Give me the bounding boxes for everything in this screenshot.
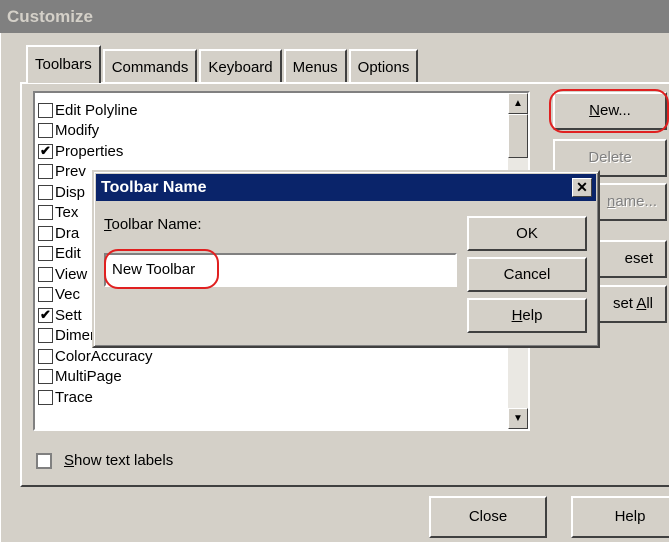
scroll-down-icon[interactable]: ▼ xyxy=(508,408,528,429)
dialog-title: Toolbar Name ✕ xyxy=(96,174,596,201)
list-item[interactable]: ColorAccuracy xyxy=(38,346,153,367)
list-item-label: Edit Polyline xyxy=(55,101,138,119)
list-item-label: Sett xyxy=(55,306,82,324)
list-item-label: Vec xyxy=(55,286,81,304)
checkbox[interactable] xyxy=(38,102,53,118)
checkbox[interactable] xyxy=(38,328,53,344)
tab-toolbars[interactable]: Toolbars xyxy=(26,45,101,83)
close-icon[interactable]: ✕ xyxy=(572,178,592,197)
tab-options[interactable]: Options xyxy=(348,49,419,83)
checkbox[interactable] xyxy=(38,389,53,405)
list-item-label: ColorAccuracy xyxy=(55,347,153,365)
list-item[interactable]: ✔ Properties xyxy=(38,141,153,162)
dialog-title-text: Toolbar Name xyxy=(101,179,207,196)
show-text-labels-box[interactable] xyxy=(36,452,52,469)
list-item-label: Prev xyxy=(55,163,86,181)
list-item-label: Properties xyxy=(55,142,124,160)
checkbox[interactable] xyxy=(38,184,53,200)
checkbox[interactable] xyxy=(38,369,53,385)
ok-button[interactable]: OK xyxy=(467,216,587,251)
cancel-button[interactable]: Cancel xyxy=(467,257,587,292)
list-item[interactable]: Edit Polyline xyxy=(38,100,153,121)
checkbox[interactable] xyxy=(38,123,53,139)
list-item-label: View xyxy=(55,265,88,283)
list-item-label: Edit xyxy=(55,245,81,263)
scroll-up-icon[interactable]: ▲ xyxy=(508,93,528,114)
highlight-toolbar-name-input xyxy=(104,249,219,289)
list-item-label: Disp xyxy=(55,183,86,201)
tab-commands[interactable]: Commands xyxy=(102,49,198,83)
highlight-new-button xyxy=(549,89,669,133)
list-item-label: Dra xyxy=(55,224,80,242)
list-item-label: MultiPage xyxy=(55,368,122,386)
list-item[interactable]: Trace xyxy=(38,387,153,408)
show-text-labels-checkbox[interactable]: Show text labels xyxy=(36,452,173,469)
reset-all-post: ll xyxy=(646,295,653,312)
checkbox[interactable] xyxy=(38,164,53,180)
checkbox[interactable] xyxy=(38,225,53,241)
reset-all-mnemonic: A xyxy=(636,295,647,312)
list-item-label: Trace xyxy=(55,388,93,406)
delete-label: Delete xyxy=(588,149,632,166)
checked-checkbox-icon[interactable]: ✔ xyxy=(38,143,53,159)
toolbar-name-label: Toolbar Name: xyxy=(104,216,202,233)
help-button[interactable]: Help xyxy=(571,496,669,538)
list-item[interactable]: Modify xyxy=(38,121,153,142)
checked-checkbox-icon[interactable]: ✔ xyxy=(38,307,53,323)
checkbox[interactable] xyxy=(38,266,53,282)
rename-label-rest: ame... xyxy=(615,193,657,210)
tab-keyboard[interactable]: Keyboard xyxy=(199,49,282,83)
tab-strip: Toolbars Commands Keyboard Menus Options xyxy=(26,45,420,83)
checkbox[interactable] xyxy=(38,287,53,303)
close-button[interactable]: Close xyxy=(429,496,547,538)
list-item[interactable]: MultiPage xyxy=(38,367,153,388)
list-item-label: Tex xyxy=(55,204,79,222)
tab-menus[interactable]: Menus xyxy=(283,49,347,83)
list-item-label: Modify xyxy=(55,122,100,140)
checkbox[interactable] xyxy=(38,205,53,221)
scroll-thumb[interactable] xyxy=(508,114,528,158)
window-title: Customize xyxy=(0,0,669,33)
checkbox[interactable] xyxy=(38,246,53,262)
dialog-help-button[interactable]: Help xyxy=(467,298,587,333)
checkbox[interactable] xyxy=(38,348,53,364)
show-text-labels-label: Show text labels xyxy=(64,452,174,469)
reset-label: eset xyxy=(624,250,653,267)
reset-all-pre: set xyxy=(612,295,637,312)
